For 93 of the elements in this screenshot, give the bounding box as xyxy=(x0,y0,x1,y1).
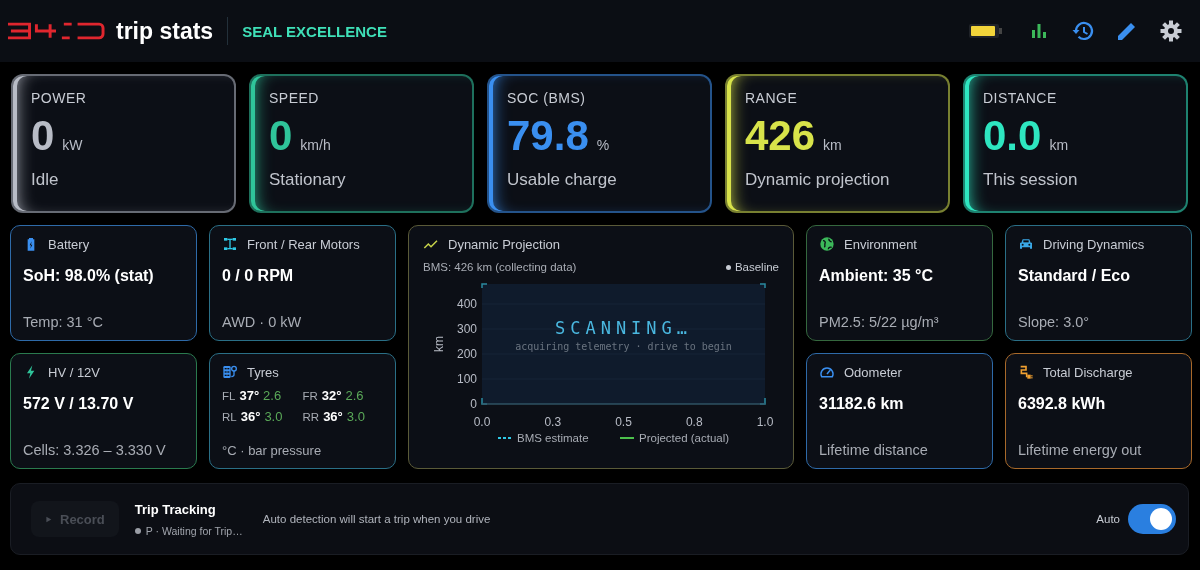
stat-value: 0 xyxy=(269,115,293,157)
stat-caption: Stationary xyxy=(269,170,347,190)
y-tick-label: 400 xyxy=(456,297,477,311)
card-value: 6392.8 kWh xyxy=(1018,395,1107,413)
card-caption: °C · bar pressure xyxy=(222,443,323,458)
card-value: 572 V / 13.70 V xyxy=(23,395,135,413)
stat-unit: km xyxy=(823,137,842,153)
card-title: HV / 12V xyxy=(48,364,101,380)
scanning-title: SCANNING… xyxy=(554,318,693,338)
tyre-position: RR xyxy=(302,411,320,423)
vehicle-model: SEAL EXCELLENCE xyxy=(242,22,387,40)
card-title: Dynamic Projection xyxy=(448,236,560,252)
x-tick-label: 0.3 xyxy=(544,415,562,429)
card-value: Ambient: 35 °C xyxy=(819,267,934,285)
card-caption: Lifetime energy out xyxy=(1018,442,1143,458)
card-title: Driving Dynamics xyxy=(1043,236,1145,252)
card-caption: Temp: 31 °C xyxy=(23,314,104,330)
card-caption: Slope: 3.0° xyxy=(1018,314,1091,330)
app-title: trip stats xyxy=(116,17,214,45)
stat-unit: km/h xyxy=(300,137,331,153)
car-icon xyxy=(1018,236,1034,252)
card-caption: AWD · 0 kW xyxy=(222,314,303,330)
legend-label: Projected (actual) xyxy=(639,432,730,444)
tyre-pressure: 2.6 xyxy=(263,388,282,403)
trip-status: P · Waiting for Trip… xyxy=(145,524,243,537)
stat-value: 0.0 xyxy=(983,115,1042,157)
stat-unit: % xyxy=(596,137,610,153)
tyre-temperature: 37° xyxy=(239,388,260,403)
stat-unit: km xyxy=(1049,137,1069,153)
tyre-position: FL xyxy=(222,390,236,402)
card-value: Standard / Eco xyxy=(1018,267,1132,285)
stat-label: SOC (BMS) xyxy=(507,90,587,106)
stat-label: SPEED xyxy=(269,90,320,106)
battery-icon xyxy=(968,22,1004,40)
tyre-temperature: 36° xyxy=(323,409,343,424)
card-title: Total Discharge xyxy=(1043,364,1133,380)
play-icon xyxy=(45,515,52,523)
drivetrain-icon xyxy=(222,236,238,252)
x-tick-label: 0.8 xyxy=(685,415,703,429)
y-tick-label: 200 xyxy=(456,347,477,361)
y-tick-label: 300 xyxy=(456,322,477,336)
status-dot-icon xyxy=(134,527,141,534)
tyre-temperature: 36° xyxy=(240,409,261,424)
y-tick-label: 100 xyxy=(456,372,477,386)
logo-icon xyxy=(7,22,105,40)
baseline-label: Baseline xyxy=(734,261,779,273)
tyre-pressure: 3.0 xyxy=(264,409,283,424)
card-caption: Lifetime distance xyxy=(819,442,929,458)
chart-subtitle: BMS: 426 km (collecting data) xyxy=(423,261,577,273)
card-title: Front / Rear Motors xyxy=(247,236,360,252)
scanning-message: acquiring telemetry · drive to begin xyxy=(515,341,732,352)
stat-label: RANGE xyxy=(745,90,799,106)
stat-label: POWER xyxy=(31,90,88,106)
trip-message: Auto detection will start a trip when you drive xyxy=(262,513,491,525)
ev-plug-icon xyxy=(1018,364,1034,380)
tyre-pressure: 2.6 xyxy=(345,388,364,403)
stat-caption: Usable charge xyxy=(507,170,618,190)
y-tick-label: 0 xyxy=(470,397,477,411)
tyre-position: RL xyxy=(222,411,237,423)
card-value: 31182.6 km xyxy=(819,395,905,413)
tyre-pressure: 3.0 xyxy=(346,409,365,424)
card-caption: PM2.5: 5/22 µg/m³ xyxy=(819,314,940,330)
stat-value: 79.8 xyxy=(507,115,589,157)
stat-caption: Idle xyxy=(31,170,60,190)
stat-caption: Dynamic projection xyxy=(745,170,891,190)
stat-value: 0 xyxy=(31,115,55,157)
gauge-icon xyxy=(819,364,835,380)
card-title: Tyres xyxy=(247,364,279,380)
x-tick-label: 0.0 xyxy=(473,415,491,429)
tyre-temperature: 32° xyxy=(321,388,342,403)
legend-label: BMS estimate xyxy=(517,432,589,444)
auto-toggle[interactable] xyxy=(1128,504,1176,534)
stat-caption: This session xyxy=(983,170,1079,190)
x-tick-label: 1.0 xyxy=(756,415,774,429)
tyre-pressure-icon xyxy=(222,364,238,380)
x-tick-label: 0.5 xyxy=(615,415,632,429)
stat-value: 426 xyxy=(745,115,816,157)
y-axis-label: km xyxy=(432,336,446,352)
stat-label: DISTANCE xyxy=(983,90,1058,106)
card-title: Environment xyxy=(844,236,917,252)
card-value: 0 / 0 RPM xyxy=(222,267,295,285)
status-dot-icon xyxy=(725,264,731,270)
card-title: Odometer xyxy=(844,364,902,380)
history-icon xyxy=(1071,19,1095,43)
settings-icon xyxy=(1159,19,1183,43)
trip-title: Trip Tracking xyxy=(134,501,217,517)
card-title: Battery xyxy=(48,236,90,252)
auto-label: Auto xyxy=(1096,513,1120,525)
stat-unit: kW xyxy=(62,137,83,153)
globe-icon xyxy=(819,236,835,252)
card-caption: Cells: 3.326 – 3.330 V xyxy=(23,442,167,458)
card-value: SoH: 98.0% (stat) xyxy=(23,267,155,285)
tyre-position: FR xyxy=(302,390,318,402)
